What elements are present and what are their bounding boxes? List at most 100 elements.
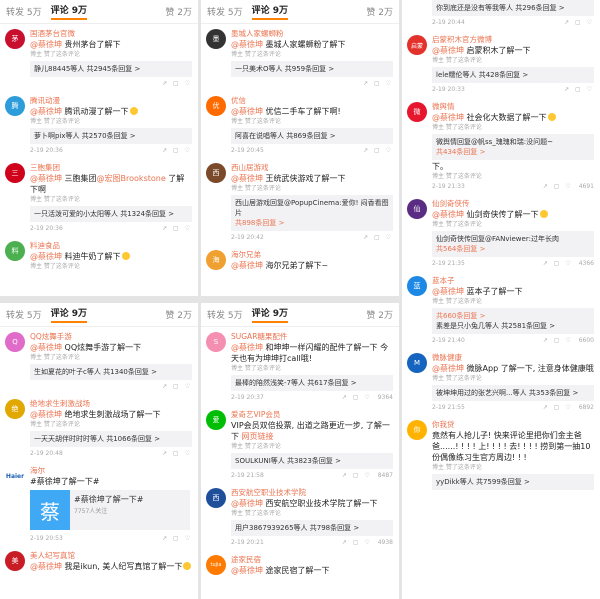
avatar[interactable]: 西: [206, 488, 226, 508]
action-icons[interactable]: ↗ ▢ ♡: [543, 404, 573, 411]
avatar[interactable]: 海: [206, 250, 226, 270]
web-link[interactable]: 网页链接: [242, 432, 274, 441]
username[interactable]: 爱奇艺VIP会员: [231, 409, 393, 420]
tab-repost[interactable]: 转发 5万: [6, 5, 42, 18]
username[interactable]: SUGAR糖果配件: [231, 331, 393, 342]
username[interactable]: 微脉健康: [432, 352, 594, 363]
username[interactable]: 蓝本子: [432, 275, 594, 286]
avatar[interactable]: 三: [5, 163, 25, 183]
avatar[interactable]: 腾: [5, 96, 25, 116]
username[interactable]: 微舆情: [432, 101, 594, 112]
tab-likes[interactable]: 赞 2万: [165, 308, 192, 321]
reply-summary[interactable]: 萝卜啊pix等人 共2570条回复 >: [30, 128, 192, 144]
reply-summary[interactable]: 被坤坤用过的张艺兴啊...等人 共353条回复 >: [432, 385, 594, 401]
action-icons[interactable]: ↗ ▢ ♡: [162, 225, 192, 232]
reply-summary[interactable]: 一天天胡伴时时时等人 共1066条回复 >: [30, 431, 192, 447]
avatar[interactable]: 微: [407, 102, 427, 122]
avatar[interactable]: 绝: [5, 399, 25, 419]
reply-summary[interactable]: 一只美术O等人 共959条回复 >: [231, 61, 393, 77]
avatar[interactable]: 你: [407, 420, 427, 440]
reply-summary[interactable]: 西山居游戏回复@PopupCinema:爱你! 闷香看图片 共898条回复 >: [231, 195, 393, 231]
action-icons[interactable]: ↗ ▢ ♡: [564, 86, 594, 93]
action-icons[interactable]: ↗ ▢ ♡: [162, 147, 192, 154]
avatar[interactable]: M: [407, 353, 427, 373]
username[interactable]: 海尔: [30, 465, 192, 476]
avatar[interactable]: Q: [5, 332, 25, 352]
tab-likes[interactable]: 赞 2万: [366, 5, 393, 18]
tab-likes[interactable]: 赞 2万: [165, 5, 192, 18]
comment-text: @蔡徐坤 墨城人家螺蛳粉了解下: [231, 40, 346, 49]
action-icons[interactable]: ↗ ▢ ♡: [342, 394, 372, 401]
tab-repost[interactable]: 转发 5万: [207, 5, 243, 18]
action-icons[interactable]: ↗ ▢ ♡: [162, 383, 192, 390]
action-icons[interactable]: ↗ ▢ ♡: [162, 535, 192, 542]
reply-summary[interactable]: 用户3867939265等人 共798条回复 >: [231, 520, 393, 536]
username[interactable]: 美人纪写真馆: [30, 550, 192, 561]
avatar[interactable]: 爱: [206, 410, 226, 430]
username[interactable]: 你我贷: [432, 419, 594, 430]
tab-comments[interactable]: 评论 9万: [251, 306, 288, 323]
username[interactable]: 绝地求生刺激战场: [30, 398, 192, 409]
avatar[interactable]: S: [206, 332, 226, 352]
username[interactable]: 腾讯动漫: [30, 95, 192, 106]
topic-card[interactable]: 蔡 #蔡徐坤了解一下# 7757人关注: [30, 490, 190, 530]
action-icons[interactable]: ↗ ▢ ♡: [543, 183, 573, 190]
tab-repost[interactable]: 转发 5万: [207, 308, 243, 321]
username[interactable]: 西山居游戏: [231, 162, 393, 173]
comments-panel-4: 转发 5万 评论 9万 赞 2万 S SUGAR糖果配件 @蔡徐坤 和坤坤一样闪…: [201, 303, 399, 599]
action-icons[interactable]: ↗ ▢ ♡: [363, 147, 393, 154]
liked-by-author: 博主 赞了这条评论: [432, 57, 482, 64]
tab-repost[interactable]: 转发 5万: [6, 308, 42, 321]
action-icons[interactable]: ↗ ▢ ♡: [564, 19, 594, 26]
username[interactable]: 海尔兄弟: [231, 249, 393, 260]
action-icons[interactable]: ↗ ▢ ♡: [342, 472, 372, 479]
avatar[interactable]: 料: [5, 241, 25, 261]
comment-meta: 2-19 20:48 ↗ ▢ ♡: [30, 448, 192, 459]
avatar[interactable]: 西: [206, 163, 226, 183]
action-icons[interactable]: ↗ ▢ ♡: [363, 234, 393, 241]
action-icons[interactable]: ↗ ▢ ♡: [162, 450, 192, 457]
tab-comments[interactable]: 评论 9万: [50, 306, 87, 323]
username[interactable]: 启蒙积木官方微博: [432, 34, 594, 45]
comment-item: 启蒙 启蒙积木官方微博 @蔡徐坤 启蒙积木了解一下 博主 赞了这条评论 lele…: [402, 30, 600, 97]
reply-summary[interactable]: yyDikk等人 共7599条回复 >: [432, 474, 594, 490]
avatar[interactable]: tujia: [206, 555, 226, 575]
reply-summary[interactable]: 一只活泼可爱的小太阳等人 共1324条回复 >: [30, 206, 192, 222]
reply-summary[interactable]: 静儿88445等人 共2945条回复 >: [30, 61, 192, 77]
username[interactable]: 途家民宿: [231, 554, 393, 565]
reply-summary[interactable]: 仙剑奇侠传回复@FANviewer:过年长肉 共564条回复 >: [432, 231, 594, 257]
avatar[interactable]: 蓝: [407, 276, 427, 296]
username[interactable]: 料迪食品: [30, 240, 192, 251]
username[interactable]: 优信: [231, 95, 393, 106]
avatar[interactable]: 美: [5, 551, 25, 571]
username[interactable]: 墨城人家螺蛳粉: [231, 28, 393, 39]
tab-likes[interactable]: 赞 2万: [366, 308, 393, 321]
haier-logo[interactable]: Haier: [5, 466, 25, 486]
reply-summary[interactable]: 微舆情回复@帆ss_瑰瑰和瑞:没问题~ 共434条回复 >: [432, 134, 594, 160]
username[interactable]: 三胞集团: [30, 162, 192, 173]
action-icons[interactable]: ↗ ▢ ♡: [543, 260, 573, 267]
reply-summary[interactable]: 阿喜在说唱等人 共869条回复 >: [231, 128, 393, 144]
avatar[interactable]: 茅: [5, 29, 25, 49]
reply-summary[interactable]: SOULKUNI等人 共3823条回复 >: [231, 453, 393, 469]
action-icons[interactable]: ↗ ▢ ♡: [543, 337, 573, 344]
reply-summary[interactable]: 最棒的陪然浅笑-7等人 共617条回复 >: [231, 375, 393, 391]
avatar[interactable]: 仙: [407, 199, 427, 219]
reply-summary[interactable]: 共660条回复 > 素差是只小兔几等人 共2581条回复 >: [432, 308, 594, 334]
reply-summary[interactable]: lele糯伦等人 共428条回复 >: [432, 67, 594, 83]
reply-summary[interactable]: 你到底还是没有等我等人 共296条回复 >: [432, 0, 594, 16]
avatar[interactable]: 启蒙: [407, 35, 427, 55]
action-icons[interactable]: ↗ ▢ ♡: [162, 80, 192, 87]
username[interactable]: 西安航空职业技术学院: [231, 487, 393, 498]
avatar[interactable]: 墨: [206, 29, 226, 49]
avatar[interactable]: 优: [206, 96, 226, 116]
action-icons[interactable]: ↗ ▢ ♡: [363, 80, 393, 87]
username[interactable]: 仙剑奇侠传: [432, 198, 594, 209]
liked-by-author: 博主 赞了这条评论: [231, 365, 281, 372]
action-icons[interactable]: ↗ ▢ ♡: [342, 539, 372, 546]
username[interactable]: 国酒茅台官微: [30, 28, 192, 39]
reply-summary[interactable]: 生如夏花的叶子c等人 共1340条回复 >: [30, 364, 192, 380]
username[interactable]: QQ炫舞手游: [30, 331, 192, 342]
tab-comments[interactable]: 评论 9万: [251, 3, 288, 20]
tab-comments[interactable]: 评论 9万: [50, 3, 87, 20]
